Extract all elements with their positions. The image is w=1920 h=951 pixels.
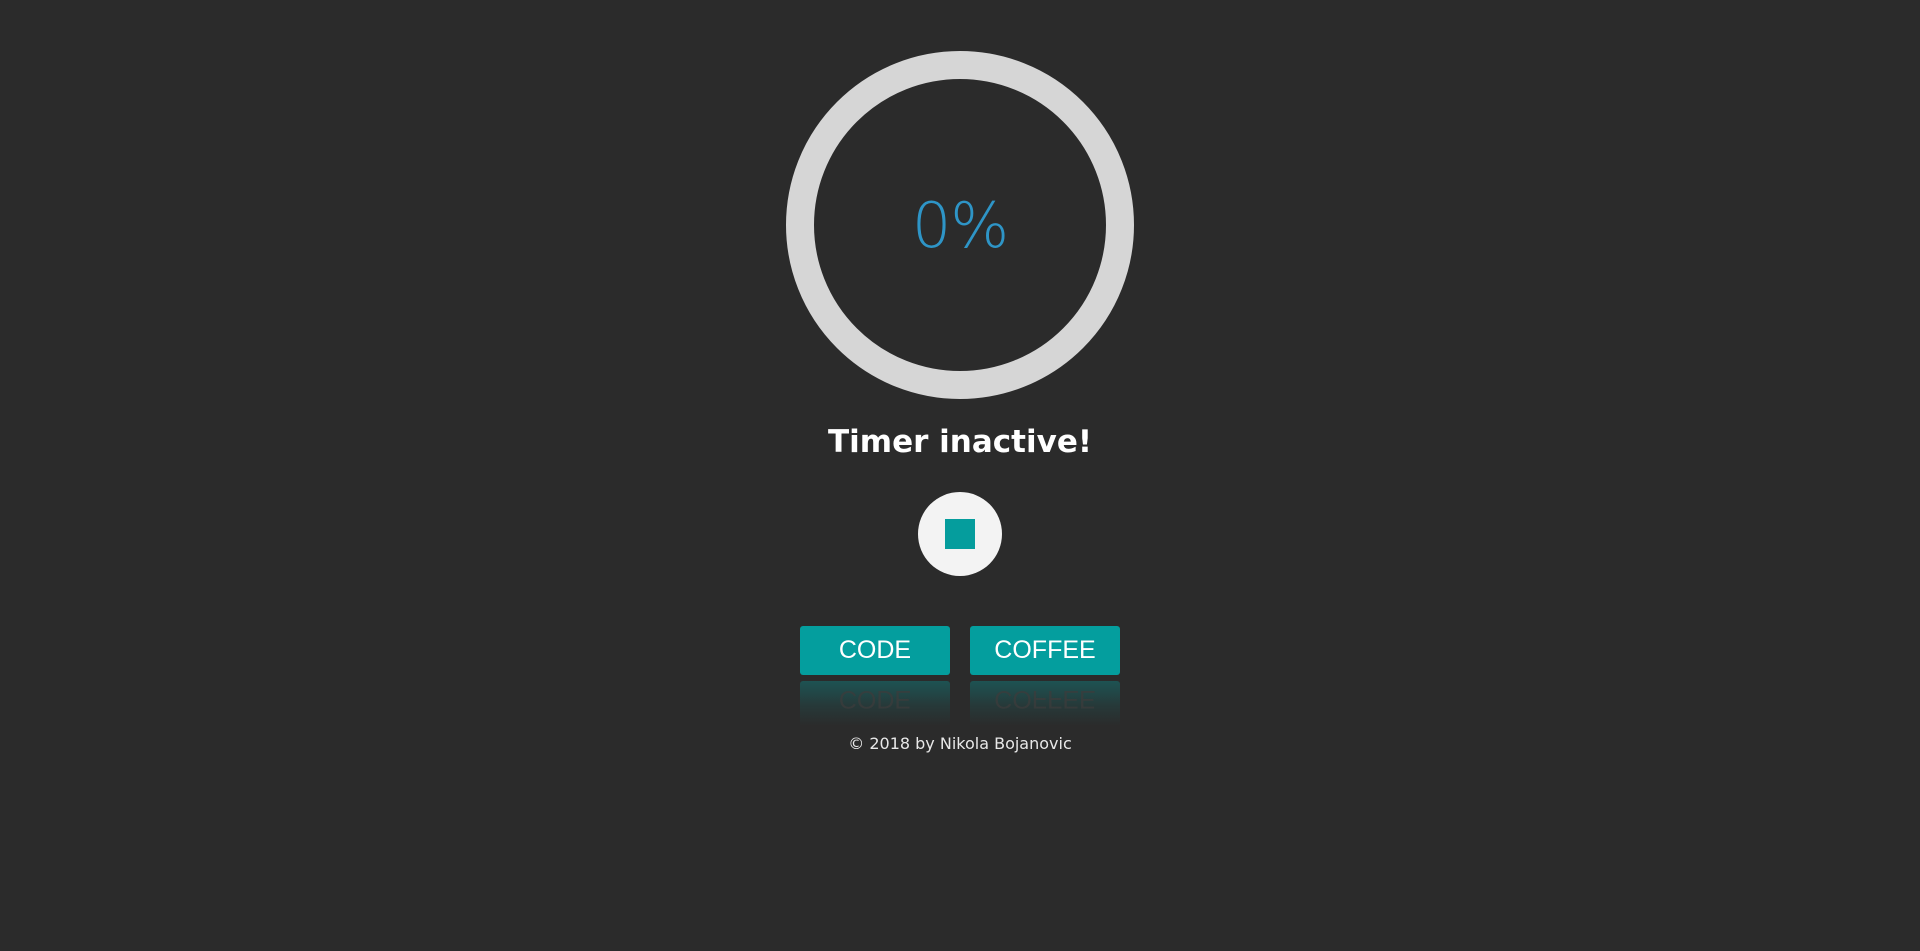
timer-status: Timer inactive! [828, 424, 1092, 460]
coffee-button[interactable]: COFFEE [970, 626, 1120, 675]
code-button-reflection-label: CODE [838, 685, 912, 713]
coffee-button-reflection-label: COFFEE [994, 685, 1096, 713]
code-button[interactable]: CODE [800, 626, 950, 675]
stop-icon [945, 519, 975, 549]
footer-copyright: © 2018 by Nikola Bojanovic [848, 734, 1072, 753]
code-button-reflection: CODE [800, 681, 950, 726]
progress-percent: 0% [911, 188, 1009, 262]
stop-button[interactable] [918, 492, 1002, 576]
coffee-button-reflection: COFFEE [970, 681, 1120, 726]
timer-page: 0% Timer inactive! CODE COFFEE CODE COFF… [0, 0, 1920, 951]
progress-ring: 0% [785, 50, 1135, 400]
